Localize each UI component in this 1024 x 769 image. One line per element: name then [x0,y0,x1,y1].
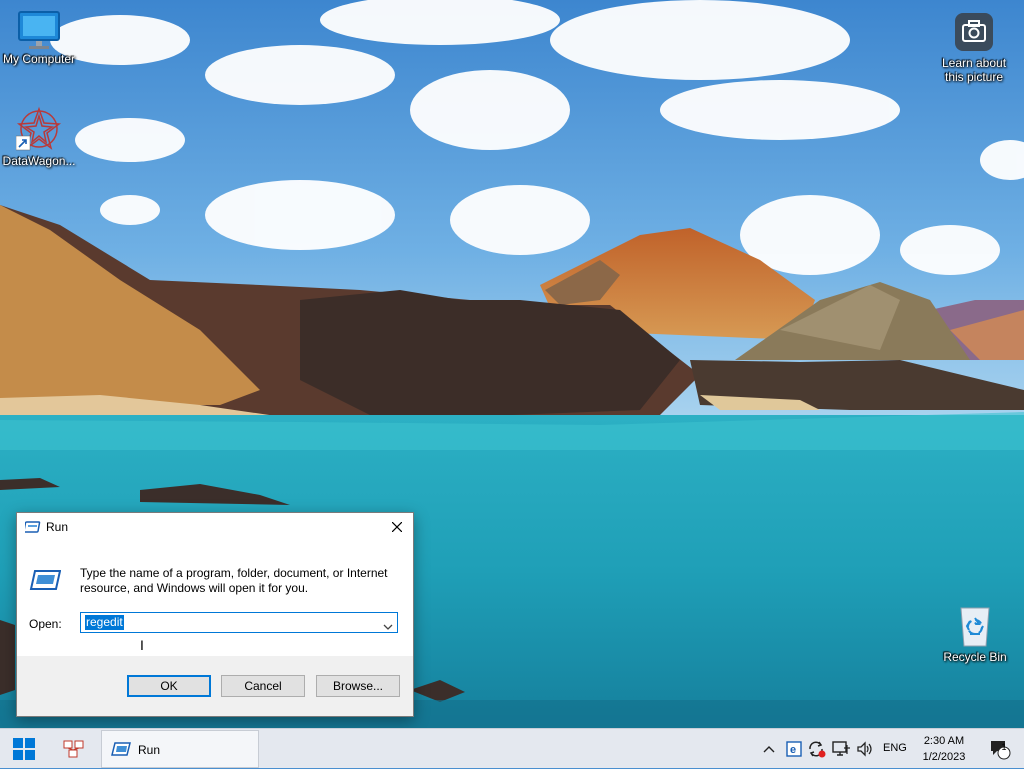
chevron-up-icon [763,746,775,753]
tray-app-icon-ie[interactable]: e [784,729,804,769]
datawagon-star-icon [16,106,62,151]
action-center-button[interactable]: 1 [985,729,1015,769]
run-program-icon [29,569,62,596]
network-grid-icon [63,740,84,758]
run-dialog: Run Type the name of a program, folder, … [16,512,414,717]
sync-alert-icon [809,741,826,758]
taskbar-run-button[interactable]: Run [101,730,259,768]
text-cursor-icon: I [140,637,144,653]
desktop-icon-label: My Computer [2,52,76,66]
open-input-value[interactable]: regedit [85,615,124,630]
chevron-down-icon[interactable] [383,618,393,636]
open-label: Open: [29,617,62,631]
tray-sync-icon[interactable] [806,729,828,769]
run-dialog-title: Run [46,520,69,534]
ok-button[interactable]: OK [127,675,211,697]
tray-network-icon[interactable] [830,729,852,769]
camera-icon [955,13,993,51]
run-dialog-description: Type the name of a program, folder, docu… [80,566,388,595]
browse-button[interactable]: Browse... [316,675,400,697]
desktop-icon-label: Recycle Bin [943,650,1007,664]
run-dialog-body: Type the name of a program, folder, docu… [17,541,413,656]
monitor-icon [18,11,60,49]
notification-count: 1 [1001,742,1007,752]
clock-date: 1/2/2023 [922,751,966,763]
close-icon[interactable] [381,513,413,541]
speaker-icon [857,741,872,757]
cancel-button[interactable]: Cancel [221,675,305,697]
taskbar-app-button[interactable] [54,729,94,769]
desktop-icon-label: DataWagon... [2,154,76,168]
svg-text:e: e [790,744,796,756]
windows-logo-icon [13,738,35,760]
tray-volume-icon[interactable] [854,729,876,769]
desktop-icon-recycle-bin[interactable]: Recycle Bin [937,604,1013,664]
desktop-icon-learn-about-picture[interactable]: Learn about this picture [936,10,1012,84]
desktop-icon-my-computer[interactable]: My Computer [1,10,77,66]
desktop-icon-datawagon[interactable]: DataWagon... [1,106,77,168]
open-combobox[interactable]: regedit [80,612,398,633]
recycle-bin-icon [960,607,990,647]
language-indicator[interactable]: ENG [883,742,907,754]
taskbar-run-label: Run [138,743,161,757]
taskbar-clock[interactable]: 2:30 AM 1/2/2023 [910,733,978,765]
desktop-icon-label: Learn about this picture [941,56,1007,84]
taskbar: Run e ENG 2:30 AM 1/2/2023 1 [0,728,1024,768]
internet-explorer-icon: e [786,741,802,757]
run-dialog-titlebar[interactable]: Run [17,513,413,541]
network-monitor-icon [832,741,850,756]
run-app-icon [23,520,41,539]
start-button[interactable] [0,729,48,769]
show-hidden-icons-button[interactable] [760,729,778,769]
run-app-icon [111,742,131,761]
clock-time: 2:30 AM [923,735,965,747]
